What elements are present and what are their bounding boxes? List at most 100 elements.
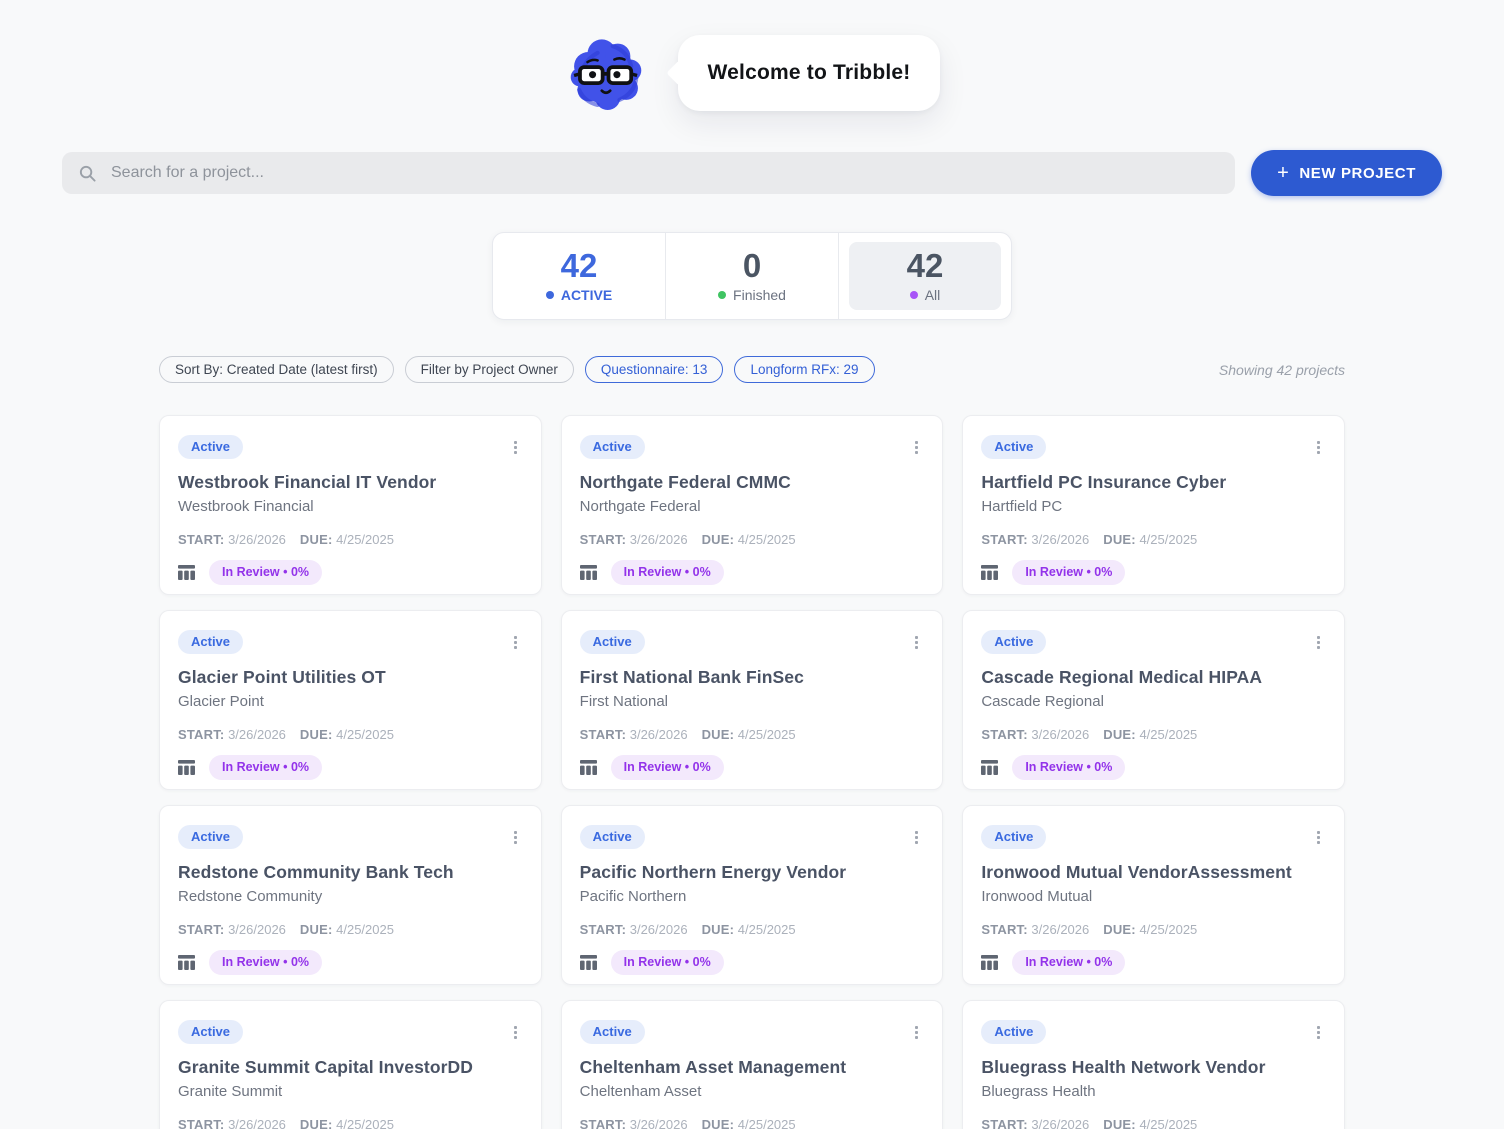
project-subtitle: Glacier Point — [178, 692, 264, 710]
due-date: 4/25/2025 — [1139, 726, 1198, 742]
due-date: 4/25/2025 — [737, 726, 796, 742]
search-row: + NEW PROJECT — [0, 150, 1504, 196]
stat-divider — [838, 233, 839, 319]
project-subtitle: Pacific Northern — [579, 887, 687, 905]
longform-rfx-count-chip[interactable]: Longform RFx: 29 — [734, 356, 875, 383]
project-card[interactable]: Active First National Bank FinSec First … — [560, 610, 944, 790]
search-input[interactable] — [111, 164, 1220, 182]
start-date: 3/26/2026 — [228, 1116, 286, 1129]
project-subtitle: Westbrook Financial — [178, 497, 314, 515]
card-top-row: Active — [178, 630, 523, 654]
due-date: 4/25/2025 — [336, 1116, 394, 1129]
start-date: 3/26/2026 — [629, 921, 688, 937]
kebab-menu-icon[interactable] — [909, 437, 924, 458]
review-status-pill: In Review • 0% — [1012, 949, 1126, 975]
kebab-menu-icon[interactable] — [1311, 827, 1326, 848]
status-badge: Active — [981, 1020, 1047, 1044]
questionnaire-table-icon — [579, 954, 597, 970]
project-card[interactable]: Active Glacier Point Utilities OT Glacie… — [159, 610, 542, 790]
kebab-menu-icon[interactable] — [1311, 632, 1326, 653]
stat-finished-label: Finished — [718, 287, 786, 303]
project-card[interactable]: Active Bluegrass Health Network Vendor B… — [962, 1000, 1345, 1129]
project-subtitle: Northgate Federal — [579, 497, 701, 515]
project-subtitle: Hartfield PC — [981, 497, 1063, 515]
stat-all[interactable]: 42 All — [849, 242, 1001, 310]
kebab-menu-icon[interactable] — [508, 632, 523, 653]
active-dot-icon — [545, 291, 554, 300]
welcome-bubble: Welcome to Tribble! — [677, 35, 941, 111]
search-box[interactable] — [62, 152, 1236, 194]
due-label: DUE: — [299, 1116, 333, 1129]
review-status-pill: In Review • 0% — [1012, 559, 1126, 585]
project-card[interactable]: Active Cascade Regional Medical HIPAA Ca… — [962, 610, 1345, 790]
questionnaire-table-icon — [579, 564, 597, 580]
due-label: DUE: — [1103, 921, 1136, 937]
start-label: START: — [981, 531, 1028, 547]
project-subtitle: Redstone Community — [178, 887, 323, 905]
status-badge: Active — [178, 1020, 244, 1044]
kebab-menu-icon[interactable] — [508, 827, 523, 848]
project-card[interactable]: Active Westbrook Financial IT Vendor Wes… — [159, 415, 542, 595]
project-card[interactable]: Active Pacific Northern Energy Vendor Pa… — [560, 805, 944, 985]
project-subtitle: Bluegrass Health — [981, 1082, 1096, 1100]
kebab-menu-icon[interactable] — [1311, 437, 1326, 458]
stat-active-label: ACTIVE — [545, 287, 612, 303]
project-card[interactable]: Active Cheltenham Asset Management Chelt… — [560, 1000, 944, 1129]
project-dates: START: 3/26/2026 DUE: 4/25/2025 — [178, 532, 523, 547]
card-footer: In Review • 0% — [579, 754, 925, 780]
start-date: 3/26/2026 — [629, 531, 688, 547]
filter-owner-chip[interactable]: Filter by Project Owner — [404, 356, 574, 383]
kebab-menu-icon[interactable] — [909, 632, 924, 653]
card-top-row: Active — [981, 825, 1326, 849]
card-footer: In Review • 0% — [981, 559, 1326, 585]
card-footer: In Review • 0% — [178, 559, 523, 585]
project-subtitle: Cheltenham Asset — [579, 1082, 702, 1100]
sort-by-chip[interactable]: Sort By: Created Date (latest first) — [159, 356, 394, 383]
project-card[interactable]: Active Granite Summit Capital InvestorDD… — [159, 1000, 542, 1129]
start-label: START: — [579, 531, 627, 547]
start-label: START: — [981, 1116, 1028, 1129]
start-label: START: — [579, 1116, 627, 1129]
project-dates: START: 3/26/2026 DUE: 4/25/2025 — [178, 1117, 523, 1129]
project-card[interactable]: Active Northgate Federal CMMC Northgate … — [560, 415, 944, 595]
kebab-menu-icon[interactable] — [508, 1022, 523, 1043]
start-date: 3/26/2026 — [1031, 921, 1090, 937]
start-label: START: — [178, 921, 225, 937]
kebab-menu-icon[interactable] — [909, 1022, 924, 1043]
search-icon — [79, 165, 96, 182]
tribble-mascot-icon — [570, 39, 641, 110]
project-card-grid: Active Westbrook Financial IT Vendor Wes… — [159, 415, 1345, 1129]
showing-projects-count: Showing 42 projects — [1218, 361, 1345, 378]
project-subtitle: First National — [579, 692, 669, 710]
project-card[interactable]: Active Hartfield PC Insurance Cyber Hart… — [962, 415, 1345, 595]
stats-wrap: 42 ACTIVE 0 Finished 42 All — [0, 232, 1504, 320]
start-label: START: — [981, 726, 1028, 742]
start-date: 3/26/2026 — [228, 531, 286, 547]
questionnaire-table-icon — [981, 954, 999, 970]
stat-finished[interactable]: 0 Finished — [676, 242, 828, 310]
project-title: Pacific Northern Energy Vendor — [579, 861, 847, 882]
questionnaire-count-chip[interactable]: Questionnaire: 13 — [584, 356, 724, 383]
kebab-menu-icon[interactable] — [909, 827, 924, 848]
project-title: Northgate Federal CMMC — [579, 471, 791, 492]
plus-icon: + — [1277, 162, 1290, 184]
due-date: 4/25/2025 — [336, 726, 394, 742]
status-badge: Active — [981, 435, 1047, 459]
new-project-button[interactable]: + NEW PROJECT — [1251, 150, 1442, 196]
status-badge: Active — [981, 630, 1047, 654]
project-title: Hartfield PC Insurance Cyber — [981, 471, 1227, 492]
project-dates: START: 3/26/2026 DUE: 4/25/2025 — [580, 727, 925, 742]
due-label: DUE: — [1103, 531, 1136, 547]
project-card[interactable]: Active Ironwood Mutual VendorAssessment … — [962, 805, 1345, 985]
questionnaire-table-icon — [178, 564, 195, 580]
status-badge: Active — [178, 825, 244, 849]
questionnaire-table-icon — [579, 759, 597, 775]
stat-active[interactable]: 42 ACTIVE — [503, 242, 655, 310]
kebab-menu-icon[interactable] — [508, 437, 523, 458]
review-status-pill: In Review • 0% — [209, 754, 323, 780]
card-footer: In Review • 0% — [178, 754, 523, 780]
project-card[interactable]: Active Redstone Community Bank Tech Reds… — [159, 805, 542, 985]
card-footer: In Review • 0% — [178, 949, 523, 975]
kebab-menu-icon[interactable] — [1311, 1022, 1326, 1043]
card-top-row: Active — [981, 435, 1326, 459]
